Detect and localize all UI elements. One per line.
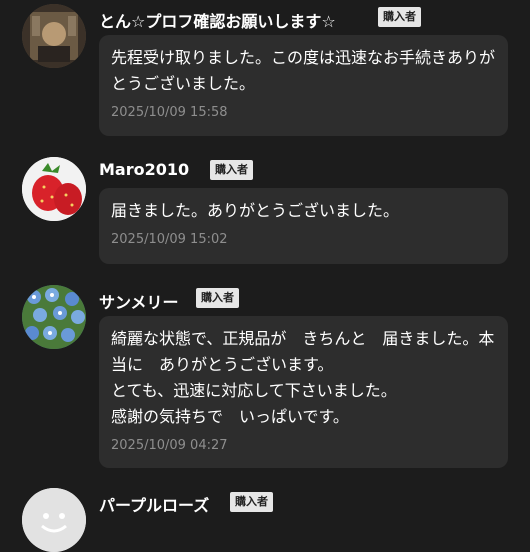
buyer-badge: 購入者: [378, 7, 421, 27]
review-timestamp: 2025/10/09 15:58: [111, 105, 228, 120]
review-timestamp: 2025/10/09 04:27: [111, 438, 228, 453]
buyer-badge: 購入者: [210, 160, 253, 180]
user-avatar[interactable]: [22, 4, 86, 68]
user-name[interactable]: サンメリー: [99, 289, 179, 313]
photo-avatar-icon: [22, 4, 86, 68]
user-name[interactable]: パープルローズ: [99, 492, 209, 516]
review-bubble: 綺麗な状態で、正規品が きちんと 届きました。本当に ありがとうございます。 と…: [99, 316, 508, 468]
flowers-avatar-icon: [22, 285, 86, 349]
user-avatar[interactable]: [22, 157, 86, 221]
user-name[interactable]: Maro2010: [99, 160, 189, 179]
review-timestamp: 2025/10/09 15:02: [111, 232, 228, 247]
review-message: 先程受け取りました。この度は迅速なお手続きありがとうございました。: [111, 48, 496, 93]
user-avatar[interactable]: [22, 488, 86, 552]
buyer-badge: 購入者: [230, 492, 273, 512]
default-face-avatar-icon: [22, 488, 86, 552]
review-bubble: 届きました。ありがとうございました。 2025/10/09 15:02: [99, 188, 508, 264]
review-message: 綺麗な状態で、正規品が きちんと 届きました。本当に ありがとうございます。 と…: [111, 329, 495, 426]
user-avatar[interactable]: [22, 285, 86, 349]
review-bubble: 先程受け取りました。この度は迅速なお手続きありがとうございました。 2025/1…: [99, 35, 508, 136]
buyer-badge: 購入者: [196, 288, 239, 308]
strawberry-avatar-icon: [22, 157, 86, 221]
review-message: 届きました。ありがとうございました。: [111, 201, 400, 220]
user-name[interactable]: とん☆プロフ確認お願いします☆: [99, 8, 336, 32]
